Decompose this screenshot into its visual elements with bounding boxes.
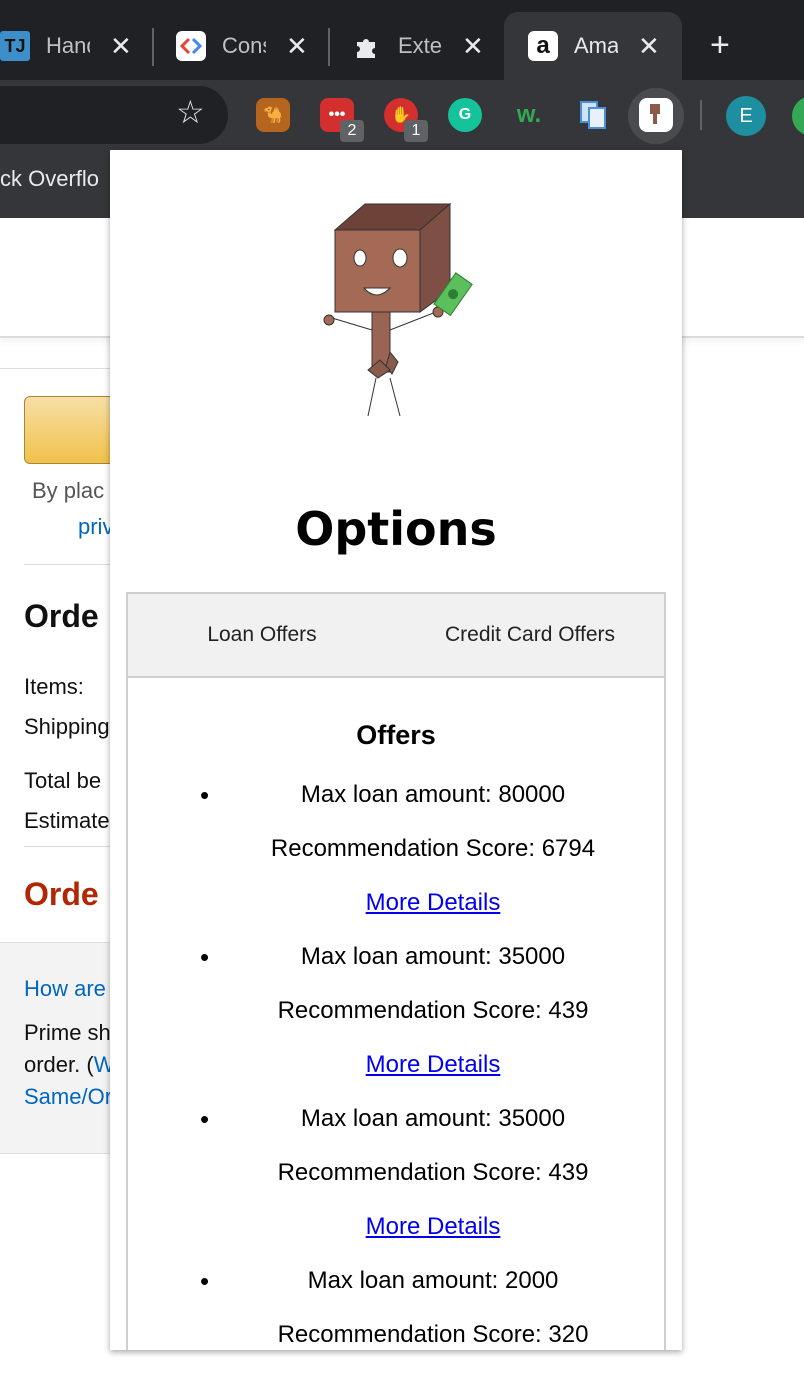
toolbar-separator (700, 100, 702, 130)
max-loan-amount: Max loan amount: 2000 (307, 1267, 559, 1294)
copy-extension-icon[interactable] (576, 98, 610, 132)
bullet-icon: • (200, 1104, 210, 1134)
offer-tabs: Loan Offers Credit Card Offers (126, 592, 666, 678)
close-icon[interactable]: ✕ (110, 33, 132, 59)
recommendation-score: Recommendation Score: 439 (277, 1159, 589, 1186)
items-label: Items: (24, 674, 84, 699)
recommendation-score: Recommendation Score: 6794 (270, 835, 596, 862)
shipping-info-box (0, 942, 110, 1154)
recommendation-score: Recommendation Score: 320 (277, 1321, 589, 1348)
wikibuy-extension-icon[interactable]: w. (512, 98, 546, 132)
more-details-link[interactable]: More Details (366, 889, 501, 916)
recommendation-score: Recommendation Score: 439 (277, 997, 589, 1024)
puzzle-favicon-icon (352, 31, 382, 61)
extension-badge: 2 (340, 120, 364, 142)
more-details-link[interactable]: More Details (366, 1051, 501, 1078)
estimated-tax-label: Estimate (24, 808, 110, 833)
tab-title: Exte (398, 33, 442, 58)
box-mascot-icon (323, 202, 473, 417)
close-icon[interactable]: ✕ (638, 33, 660, 59)
close-icon[interactable]: ✕ (462, 33, 484, 59)
tab-title: Cons (222, 33, 266, 58)
tab-title: Ama (574, 33, 618, 58)
close-icon[interactable]: ✕ (286, 33, 308, 59)
shipping-label: Shipping (24, 714, 110, 739)
code-favicon-icon (176, 31, 206, 61)
divider (24, 564, 124, 565)
box-mascot-extension-icon[interactable] (639, 98, 673, 132)
profile-avatar[interactable]: E (726, 96, 766, 136)
extension-popup: Options Loan Offers Credit Card Offers O… (110, 150, 682, 1350)
bullet-icon: • (200, 780, 210, 810)
tab-hand[interactable]: TJ Hand ✕ (0, 12, 150, 80)
more-details-link[interactable]: More Details (366, 1213, 501, 1240)
max-loan-amount: Max loan amount: 35000 (300, 943, 566, 970)
how-are-shipping-link[interactable]: How are (24, 976, 106, 1002)
order-total-label: Orde (24, 876, 99, 912)
order-note-prefix: order. ( (24, 1052, 94, 1077)
bookmark-stack-overflow[interactable]: ck Overflo (0, 166, 99, 192)
max-loan-amount: Max loan amount: 80000 (300, 781, 566, 808)
tab-exte[interactable]: Exte ✕ (352, 12, 502, 80)
popup-title: Options (295, 502, 497, 556)
tab-amazon[interactable]: a Ama ✕ (504, 12, 682, 80)
same-day-link[interactable]: Same/Or (24, 1084, 112, 1110)
order-summary-heading: Orde (24, 598, 99, 634)
amazon-favicon-icon: a (528, 31, 558, 61)
offers-panel: Offers • Max loan amount: 80000 Recommen… (126, 676, 666, 1350)
divider (24, 846, 124, 847)
tab-title: Hand (46, 33, 90, 58)
order-note-text: order. (W (24, 1052, 114, 1078)
total-before-tax-label: Total be (24, 768, 102, 793)
tab-loan-offers[interactable]: Loan Offers (128, 623, 396, 647)
terms-text: By plac (32, 478, 105, 503)
bullet-icon: • (200, 1266, 210, 1296)
offers-heading: Offers (356, 720, 436, 750)
grammarly-extension-icon[interactable]: G (448, 98, 482, 132)
tab-credit-card-offers[interactable]: Credit Card Offers (396, 623, 664, 647)
new-tab-button[interactable]: + (710, 28, 730, 62)
tab-separator (328, 28, 330, 66)
privacy-link[interactable]: priv (78, 514, 113, 540)
tj-favicon-icon: TJ (0, 31, 30, 61)
camel-extension-icon[interactable]: 🐪 (256, 98, 290, 132)
tab-separator (152, 28, 154, 66)
bullet-icon: • (200, 942, 210, 972)
bookmark-star-icon[interactable]: ☆ (176, 96, 205, 128)
tab-cons[interactable]: Cons ✕ (176, 12, 326, 80)
place-order-button[interactable] (24, 396, 124, 464)
max-loan-amount: Max loan amount: 35000 (300, 1105, 566, 1132)
extension-badge: 1 (404, 120, 428, 142)
prime-shipping-text: Prime sh (24, 1020, 111, 1045)
